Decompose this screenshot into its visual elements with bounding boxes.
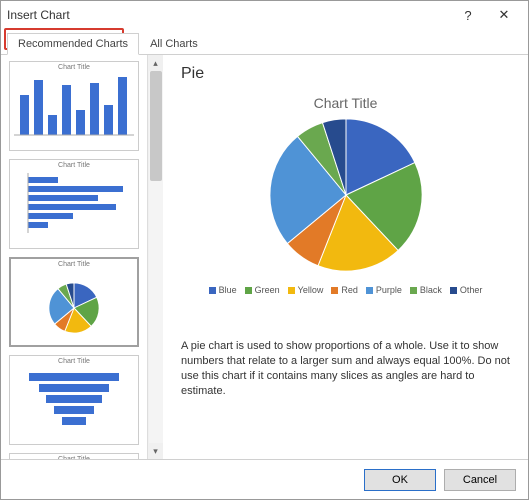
thumb-clustered-bar[interactable]: Chart Title — [9, 159, 139, 249]
legend-item: Blue — [209, 285, 237, 295]
legend-item: Yellow — [288, 285, 324, 295]
legend-item: Black — [410, 285, 442, 295]
chart-description: A pie chart is used to show proportions … — [181, 339, 510, 398]
legend-label: Other — [460, 285, 483, 295]
legend-item: Purple — [366, 285, 402, 295]
legend-swatch — [209, 287, 216, 294]
chart-title: Chart Title — [314, 95, 378, 111]
legend-label: Green — [255, 285, 280, 295]
legend-swatch — [245, 287, 252, 294]
title-bar: Insert Chart ? ✕ — [1, 1, 528, 29]
ok-button[interactable]: OK — [364, 469, 436, 491]
thumb-preview — [10, 73, 138, 150]
legend-label: Yellow — [298, 285, 324, 295]
hbar-chart-icon — [14, 173, 134, 239]
thumbnail-scrollbar[interactable]: ▴ ▾ — [147, 55, 163, 459]
thumb-title: Chart Title — [11, 259, 137, 270]
legend-swatch — [366, 287, 373, 294]
window-title: Insert Chart — [7, 8, 450, 22]
legend-swatch — [331, 287, 338, 294]
legend-swatch — [410, 287, 417, 294]
tab-all-charts[interactable]: All Charts — [139, 33, 209, 55]
legend-label: Black — [420, 285, 442, 295]
thumb-title: Chart Title — [10, 160, 138, 171]
thumb-preview — [10, 367, 138, 444]
legend-item: Red — [331, 285, 358, 295]
thumb-preview — [11, 270, 137, 345]
scroll-down-button[interactable]: ▾ — [149, 443, 163, 459]
pie-chart-icon — [45, 279, 103, 337]
thumb-title: Chart Title — [10, 356, 138, 367]
legend-label: Red — [341, 285, 358, 295]
scroll-track[interactable] — [149, 71, 163, 443]
dialog-footer: OK Cancel — [1, 459, 528, 499]
scroll-up-button[interactable]: ▴ — [149, 55, 163, 71]
legend-swatch — [288, 287, 295, 294]
chart-type-heading: Pie — [181, 65, 510, 83]
thumb-title: Chart Title — [10, 62, 138, 73]
help-button[interactable]: ? — [450, 2, 486, 28]
legend-swatch — [450, 287, 457, 294]
preview-panel: Pie Chart Title Blue Green Yellow Red Purple… — [163, 55, 528, 459]
legend-item: Green — [245, 285, 280, 295]
cancel-button[interactable]: Cancel — [444, 469, 516, 491]
close-button[interactable]: ✕ — [486, 2, 522, 28]
legend-label: Blue — [219, 285, 237, 295]
scroll-thumb[interactable] — [150, 71, 162, 181]
thumbnail-list: Chart Title — [1, 55, 147, 459]
tab-strip: Recommended Charts All Charts — [1, 29, 528, 55]
insert-chart-dialog: Insert Chart ? ✕ Recommended Charts All … — [0, 0, 529, 500]
thumb-clustered-column[interactable]: Chart Title — [9, 61, 139, 151]
thumb-funnel[interactable]: Chart Title — [9, 355, 139, 445]
chart-legend: Blue Green Yellow Red Purple Black Other — [209, 285, 483, 295]
tab-recommended-charts[interactable]: Recommended Charts — [7, 33, 139, 55]
chart-preview: Chart Title Blue Green Yellow Red Purple Blac… — [181, 89, 510, 329]
bar-chart-icon — [14, 75, 134, 141]
dialog-body: Chart Title — [1, 55, 528, 459]
thumb-preview — [10, 171, 138, 248]
thumbnail-panel: Chart Title — [1, 55, 163, 459]
pie-chart — [266, 115, 426, 275]
legend-label: Purple — [376, 285, 402, 295]
legend-item: Other — [450, 285, 483, 295]
funnel-chart-icon — [14, 369, 134, 435]
thumb-pie[interactable]: Chart Title — [9, 257, 139, 347]
